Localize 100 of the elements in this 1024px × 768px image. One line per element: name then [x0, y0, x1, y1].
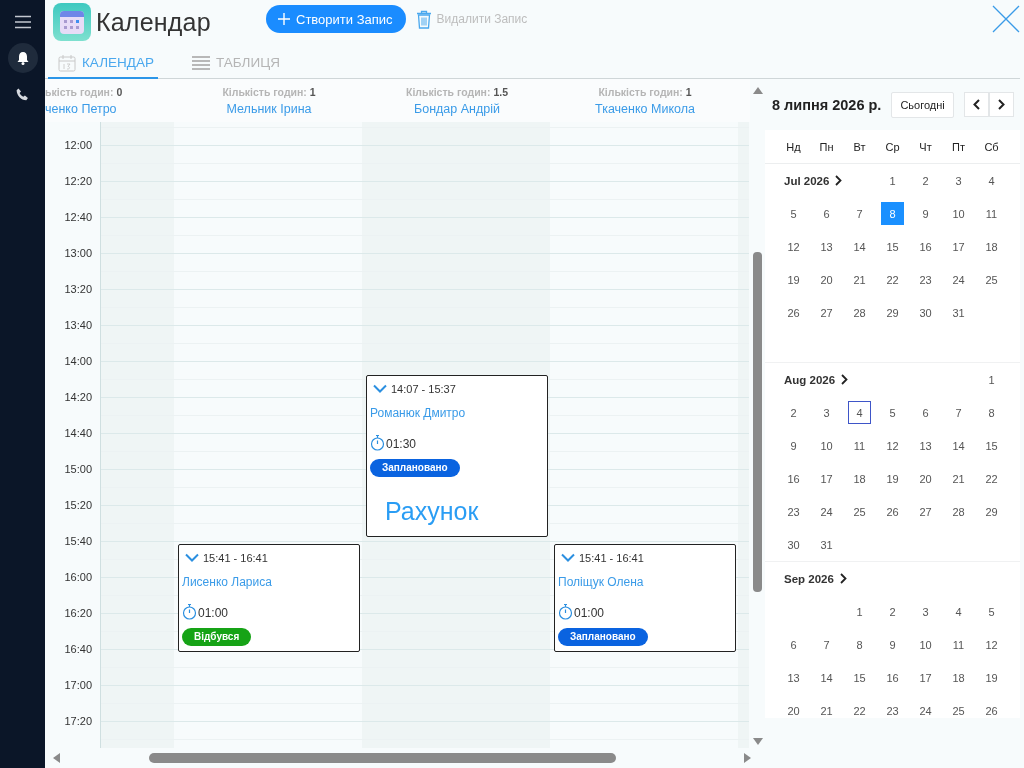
phone-icon[interactable]	[16, 87, 29, 101]
calendar-day[interactable]: 31	[947, 301, 970, 324]
calendar-day[interactable]: 18	[947, 666, 970, 689]
calendar-day[interactable]: 23	[881, 699, 904, 718]
calendar-day[interactable]: 18	[980, 235, 1003, 258]
calendar-day[interactable]: 9	[881, 633, 904, 656]
calendar-day[interactable]: 21	[848, 268, 871, 291]
calendar-day[interactable]: 7	[815, 633, 838, 656]
calendar-day[interactable]: 28	[848, 301, 871, 324]
calendar-day[interactable]: 3	[815, 401, 838, 424]
calendar-day[interactable]: 3	[914, 600, 937, 623]
calendar-day[interactable]: 8	[980, 401, 1003, 424]
calendar-day[interactable]: 16	[782, 467, 805, 490]
previous-button[interactable]	[963, 92, 989, 117]
today-button[interactable]: Сьогодні	[891, 91, 954, 118]
chevron-right-icon[interactable]	[839, 573, 847, 584]
appointment-card[interactable]: 15:41 - 16:41 Поліщук Олена 01:00 Заплановано	[554, 543, 736, 652]
calendar-day[interactable]: 27	[914, 500, 937, 523]
calendar-day[interactable]: 12	[881, 434, 904, 457]
calendar-day[interactable]: 11	[980, 202, 1003, 225]
calendar-day[interactable]: 14	[815, 666, 838, 689]
scroll-down-icon[interactable]	[752, 738, 763, 745]
calendar-day[interactable]: 15	[980, 434, 1003, 457]
calendar-day[interactable]: 20	[782, 699, 805, 718]
chevron-down-icon[interactable]	[561, 553, 575, 563]
calendar-day[interactable]: 13	[782, 666, 805, 689]
calendar-day[interactable]: 27	[815, 301, 838, 324]
calendar-day[interactable]: 30	[782, 533, 805, 556]
calendar-day[interactable]: 2	[881, 600, 904, 623]
month-label[interactable]: Aug 2026	[784, 373, 836, 386]
calendar-day[interactable]: 22	[881, 268, 904, 291]
calendar-day[interactable]: 11	[848, 434, 871, 457]
calendar-day[interactable]: 19	[782, 268, 805, 291]
calendar-day[interactable]: 1	[881, 169, 904, 192]
calendar-day[interactable]: 10	[947, 202, 970, 225]
calendar-day[interactable]: 24	[914, 699, 937, 718]
calendar-day[interactable]: 30	[914, 301, 937, 324]
calendar-day[interactable]: 9	[782, 434, 805, 457]
calendar-day[interactable]: 25	[947, 699, 970, 718]
calendar-day[interactable]: 10	[815, 434, 838, 457]
calendar-day[interactable]: 17	[914, 666, 937, 689]
month-label[interactable]: Jul 2026	[784, 174, 830, 187]
calendar-day[interactable]: 23	[914, 268, 937, 291]
scrollbar-thumb[interactable]	[149, 753, 616, 763]
calendar-day[interactable]: 12	[782, 235, 805, 258]
chevron-down-icon[interactable]	[373, 384, 387, 394]
calendar-day[interactable]: 17	[947, 235, 970, 258]
calendar-day[interactable]: 20	[815, 268, 838, 291]
calendar-day[interactable]: 21	[815, 699, 838, 718]
scroll-right-icon[interactable]	[744, 753, 751, 763]
calendar-day[interactable]: 23	[782, 500, 805, 523]
calendar-day[interactable]: 13	[815, 235, 838, 258]
calendar-day[interactable]: 6	[815, 202, 838, 225]
calendar-day[interactable]: 2	[782, 401, 805, 424]
calendar-day[interactable]: 15	[848, 666, 871, 689]
calendar-day[interactable]: 4	[848, 401, 871, 424]
scroll-up-icon[interactable]	[752, 87, 763, 94]
calendar-day[interactable]: 5	[782, 202, 805, 225]
calendar-day[interactable]: 25	[980, 268, 1003, 291]
calendar-day[interactable]: 4	[980, 169, 1003, 192]
menu-icon[interactable]	[14, 15, 31, 29]
calendar-day[interactable]: 29	[881, 301, 904, 324]
calendar-day[interactable]: 13	[914, 434, 937, 457]
calendar-day[interactable]: 26	[980, 699, 1003, 718]
chevron-right-icon[interactable]	[841, 374, 849, 385]
calendar-day[interactable]: 4	[947, 600, 970, 623]
calendar-day[interactable]: 18	[848, 467, 871, 490]
calendar-day[interactable]: 14	[848, 235, 871, 258]
calendar-day[interactable]: 19	[980, 666, 1003, 689]
appointment-card[interactable]: 15:41 - 16:41 Лисенко Лариса 01:00 Відбувся	[178, 543, 360, 652]
calendar-day[interactable]: 25	[848, 500, 871, 523]
calendar-day[interactable]: 24	[815, 500, 838, 523]
scrollbar-thumb[interactable]	[753, 252, 762, 592]
calendar-day[interactable]: 28	[947, 500, 970, 523]
chevron-down-icon[interactable]	[185, 553, 199, 563]
calendar-day[interactable]: 6	[914, 401, 937, 424]
calendar-day[interactable]: 20	[914, 467, 937, 490]
calendar-day[interactable]: 22	[980, 467, 1003, 490]
calendar-day[interactable]: 19	[881, 467, 904, 490]
sidebar-item[interactable]	[7, 43, 38, 73]
calendar-day[interactable]: 15	[881, 235, 904, 258]
calendar-day[interactable]: 12	[980, 633, 1003, 656]
scroll-left-icon[interactable]	[53, 753, 60, 763]
calendar-day[interactable]: 16	[881, 666, 904, 689]
calendar-day[interactable]: 5	[881, 401, 904, 424]
calendar-day[interactable]: 2	[914, 169, 937, 192]
calendar-day[interactable]: 17	[815, 467, 838, 490]
calendar-day[interactable]: 1	[848, 600, 871, 623]
calendar-day[interactable]: 3	[947, 169, 970, 192]
calendar-day[interactable]: 22	[848, 699, 871, 718]
chevron-right-icon[interactable]	[835, 175, 843, 186]
bell-icon[interactable]	[16, 51, 29, 65]
calendar-day[interactable]: 29	[980, 500, 1003, 523]
calendar-day[interactable]: 11	[947, 633, 970, 656]
month-label[interactable]: Sep 2026	[784, 572, 834, 585]
calendar-day[interactable]: 7	[848, 202, 871, 225]
close-icon[interactable]	[992, 5, 1020, 33]
calendar-day[interactable]: 14	[947, 434, 970, 457]
calendar-day[interactable]: 7	[947, 401, 970, 424]
calendar-day[interactable]: 26	[782, 301, 805, 324]
